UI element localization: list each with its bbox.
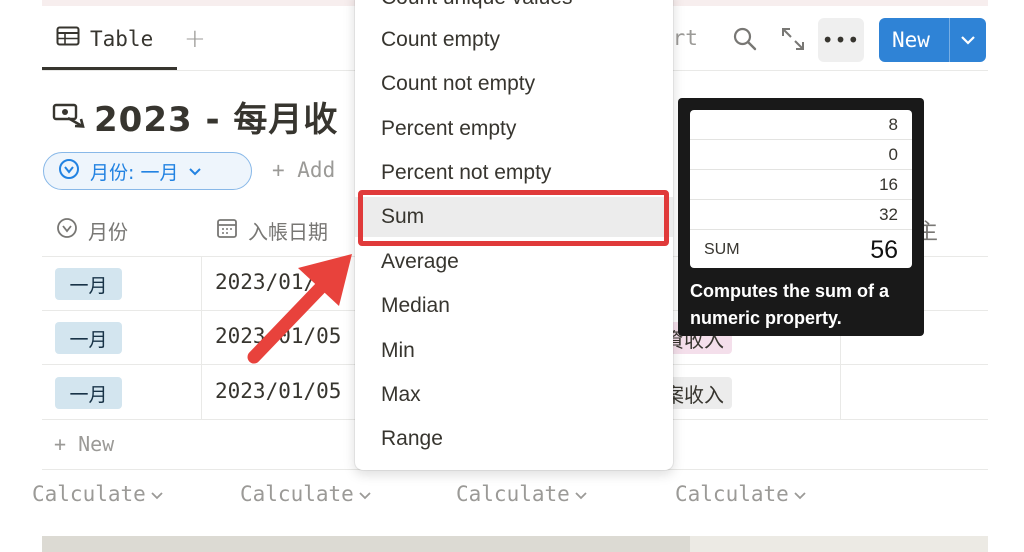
annotation-arrow-icon [247, 254, 352, 364]
